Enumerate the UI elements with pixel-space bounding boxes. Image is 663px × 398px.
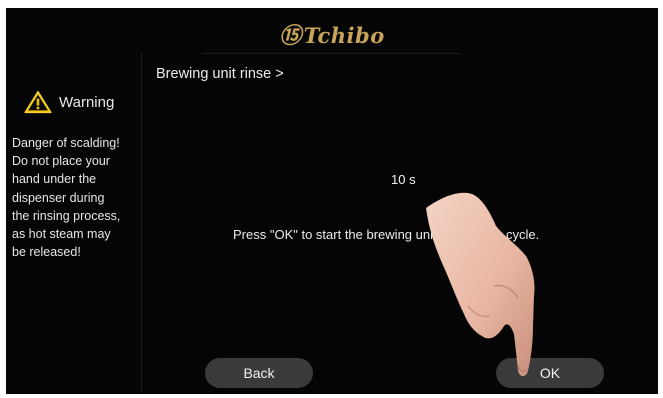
pointing-hand-icon — [426, 192, 535, 377]
header-divider — [202, 53, 460, 54]
warning-line: be released! — [12, 245, 81, 260]
countdown-timer: 10 s — [391, 172, 416, 187]
brand-name: Tchibo — [303, 23, 385, 48]
back-button[interactable]: Back — [205, 358, 313, 388]
tchibo-logo: ⑮Tchibo — [6, 18, 658, 50]
header: ⑮Tchibo — [6, 8, 658, 54]
warning-line: Do not place your — [12, 154, 110, 169]
warning-line: the rinsing process, — [12, 208, 121, 223]
warning-heading: Warning — [24, 90, 114, 114]
warning-line: dispenser during — [12, 190, 105, 205]
warning-line: Danger of scalding! — [12, 136, 120, 150]
warning-title: Warning — [59, 93, 115, 111]
warning-line: as hot steam may — [12, 227, 111, 242]
warning-triangle-icon — [24, 90, 52, 114]
tchibo-logo-mark-icon: ⑮ — [279, 23, 302, 49]
device-screen: ⑮Tchibo Warning Danger of scalding! Do n… — [6, 8, 658, 394]
warning-line: hand under the — [12, 172, 97, 187]
warning-text: Danger of scalding! Do not place your ha… — [12, 134, 142, 261]
page-title[interactable]: Brewing unit rinse > — [156, 66, 284, 82]
